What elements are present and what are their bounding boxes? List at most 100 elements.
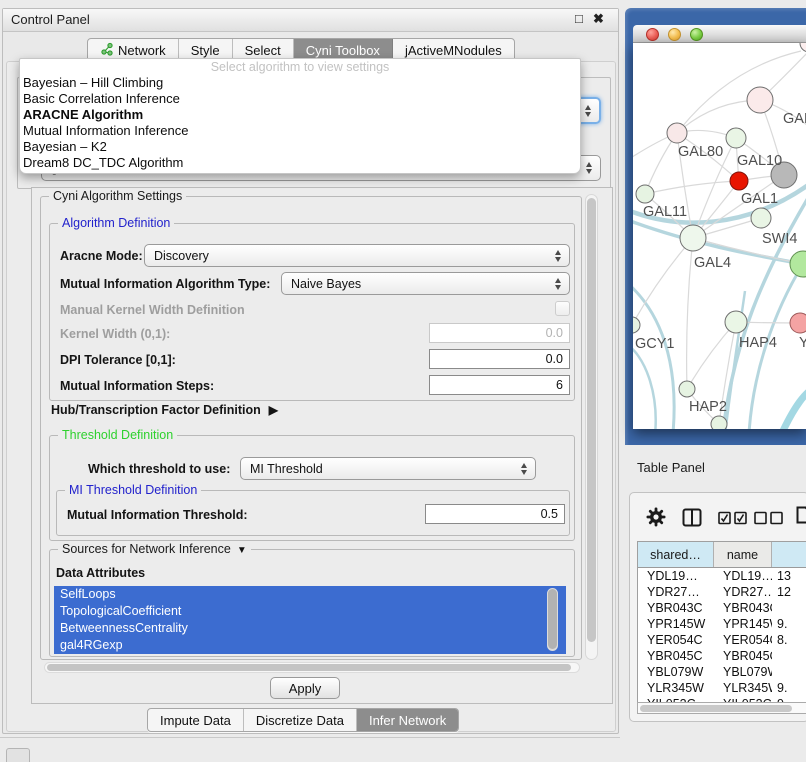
aracne-mode-label: Aracne Mode: [60,249,143,263]
expand-right-icon[interactable]: ▶ [269,403,278,417]
network-canvas[interactable]: GAL80 GAL10 GAL1 GAL11 SWI4 GAL4 GCY1 HA… [633,43,806,429]
node-label-swi4: SWI4 [762,231,797,247]
minimize-traffic-light-icon[interactable] [668,28,681,41]
mi-threshold-label: Mutual Information Threshold: [67,508,248,522]
minimized-panel-icon[interactable] [6,748,30,762]
network-view-window: GAL80 GAL10 GAL1 GAL11 SWI4 GAL4 GCY1 HA… [625,8,806,445]
tab-infer-network[interactable]: Infer Network [357,709,458,731]
expand-down-icon[interactable]: ▼ [237,545,247,556]
node-label-gcy1: GCY1 [635,336,675,352]
list-item-betweennesscentrality[interactable]: BetweennessCentrality [54,620,566,637]
node-label-gal80: GAL80 [678,144,723,160]
control-panel-titlebar[interactable]: Control Panel □ ✖ [3,9,618,32]
control-panel-title: Control Panel [11,12,90,27]
hub-transcription-factor-section[interactable]: Hub/Transcription Factor Definition▶ [51,403,278,417]
which-threshold-label: Which threshold to use: [88,462,230,476]
list-item-gal4rgexp[interactable]: gal4RGexp [54,637,566,654]
mi-threshold-field[interactable]: 0.5 [425,504,565,524]
node-bottom[interactable] [711,416,727,429]
mi-steps-label: Mutual Information Steps: [60,379,214,393]
dpi-tolerance-label: DPI Tolerance [0,1]: [60,353,176,367]
kernel-width-label: Kernel Width (0,1): [60,327,170,341]
tab-discretize-data[interactable]: Discretize Data [244,709,357,731]
node-green-bright[interactable] [790,251,806,277]
table-row[interactable]: YLR345W YLR345W 9. [638,680,806,696]
node-label-gal-partial: GAL [783,111,806,127]
table-row[interactable]: YBL079W YBL079W [638,664,806,680]
table-panel: shared… name YDL19… YDL19… 13 YDR27… YDR… [629,492,806,722]
table-row[interactable]: YPR145W YPR145W 9. [638,616,806,632]
close-traffic-light-icon[interactable] [646,28,659,41]
node-pink-right[interactable] [790,313,806,333]
node-label-gal10: GAL10 [737,153,782,169]
dpi-tolerance-field[interactable]: 0.0 [429,349,570,369]
tab-impute-data[interactable]: Impute Data [148,709,244,731]
dropdown-item-mutual-information[interactable]: Mutual Information Inference [20,123,580,139]
column-header-name[interactable]: name [714,542,772,567]
apply-button[interactable]: Apply [270,677,340,699]
network-window-titlebar[interactable] [633,25,806,43]
node-hap4[interactable] [725,311,747,333]
control-panel-window: Control Panel □ ✖ Network Style Select [2,8,619,734]
gear-icon[interactable] [646,507,666,532]
scrollbar-thumb[interactable] [47,664,571,671]
node-gal11[interactable] [636,185,654,203]
list-item-selfloops[interactable]: SelfLoops [54,586,566,603]
new-table-icon[interactable] [796,506,806,529]
node-gal-partial[interactable] [747,87,773,113]
dropdown-item-basic-correlation[interactable]: Basic Correlation Inference [20,91,580,107]
list-item-topologicalcoefficient[interactable]: TopologicalCoefficient [54,603,566,620]
which-threshold-combobox[interactable]: MI Threshold [240,457,536,480]
table-row[interactable]: YBR045C YBR045C [638,648,806,664]
dropdown-item-dream8[interactable]: Dream8 DC_TDC Algorithm [20,155,580,171]
node-table[interactable]: shared… name YDL19… YDL19… 13 YDR27… YDR… [637,541,806,702]
columns-icon[interactable] [682,508,702,532]
dropdown-item-bayesian-hill-climbing[interactable]: Bayesian – Hill Climbing [20,75,580,91]
settings-scroll-container: Cyni Algorithm Settings Algorithm Defini… [31,187,613,704]
node-label-gal4: GAL4 [694,255,731,271]
table-row[interactable]: YDR27… YDR27… 12 [638,584,806,600]
settings-horizontal-scrollbar[interactable] [44,662,580,673]
table-horizontal-scrollbar[interactable] [637,702,806,714]
select-all-checkboxes-icon[interactable] [718,511,748,530]
manual-kernel-width-label: Manual Kernel Width Definition [60,303,245,317]
node-gcy1[interactable] [633,317,640,333]
settings-vertical-scrollbar[interactable] [585,194,598,660]
threshold-definition-legend: Threshold Definition [58,428,177,442]
network-icon [100,42,114,59]
node-gal10[interactable] [726,128,746,148]
close-window-icon[interactable]: ✖ [593,11,604,27]
aracne-mode-combobox[interactable]: Discovery [144,244,570,267]
cyni-bottom-tabbar: Impute Data Discretize Data Infer Networ… [147,708,459,732]
node-label-y-partial: Y [799,335,806,351]
kernel-width-field[interactable]: 0.0 [429,323,570,343]
scrollbar-thumb[interactable] [548,589,557,649]
scrollbar-thumb[interactable] [587,198,596,642]
table-row[interactable]: YBR043C YBR043C [638,600,806,616]
zoom-traffic-light-icon[interactable] [690,28,703,41]
node-hap2[interactable] [679,381,695,397]
column-header-shared-name[interactable]: shared… [638,542,714,567]
node-gal1-red[interactable] [730,172,748,190]
mi-algorithm-type-combobox[interactable]: Naive Bayes [281,272,570,295]
dropdown-item-bayesian-k2[interactable]: Bayesian – K2 [20,139,580,155]
float-window-icon[interactable]: □ [575,11,583,26]
scrollbar-thumb[interactable] [640,705,792,712]
sources-legend[interactable]: Sources for Network Inference▼ [58,542,251,556]
node-gal4[interactable] [680,225,706,251]
algorithm-definition-group: Algorithm Definition Aracne Mode: Discov… [49,223,575,401]
deselect-all-checkboxes-icon[interactable] [754,511,784,530]
screen: Control Panel □ ✖ Network Style Select [0,0,806,762]
manual-kernel-width-checkbox[interactable] [555,301,570,316]
node-gal80[interactable] [667,123,687,143]
algorithm-definition-legend: Algorithm Definition [58,216,174,230]
table-row[interactable]: YER054C YER054C 8. [638,632,806,648]
table-row[interactable]: YDL19… YDL19… 13 [638,568,806,584]
dropdown-item-aracne[interactable]: ARACNE Algorithm [20,107,580,123]
combo-arrows-icon [555,250,562,262]
algorithm-dropdown-list: Select algorithm to view settings Bayesi… [19,58,581,174]
mi-steps-field[interactable]: 6 [429,375,570,395]
node-swi4[interactable] [751,208,771,228]
column-header-partial[interactable] [772,542,806,567]
attribute-list-scrollbar[interactable] [547,588,558,651]
